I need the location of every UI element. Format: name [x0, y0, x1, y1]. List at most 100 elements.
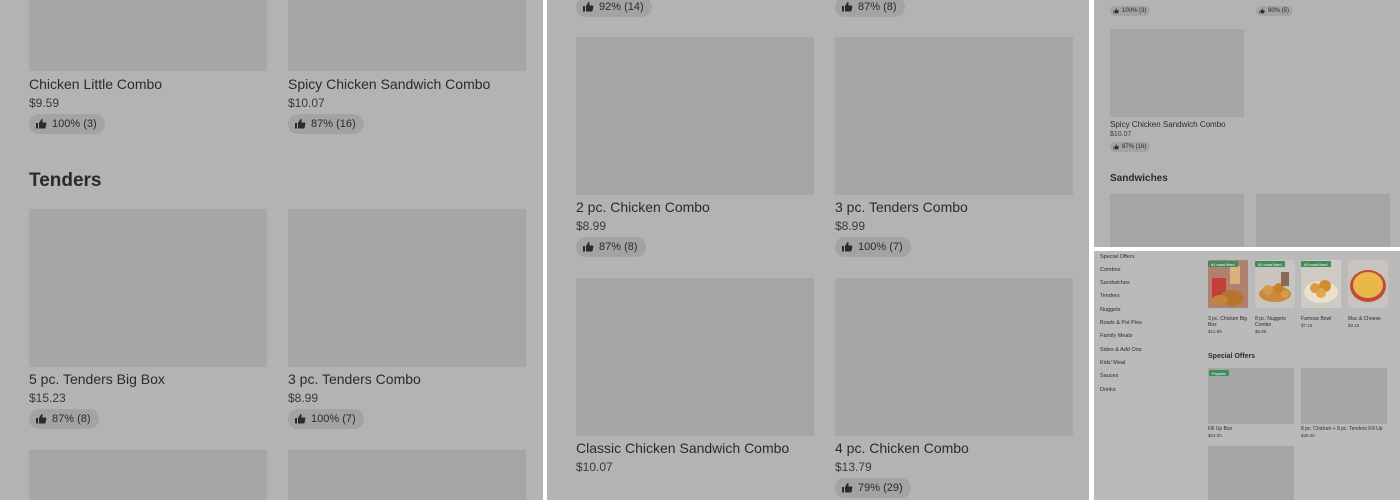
mac-cheese-image: [1350, 270, 1386, 302]
item-price: $8.99: [576, 219, 607, 233]
item-name[interactable]: Classic Chicken Sandwich Combo: [576, 440, 789, 456]
item-image[interactable]: [1208, 260, 1248, 308]
item-image[interactable]: [288, 209, 526, 367]
rating-text: 87% (8): [52, 413, 91, 425]
nav-item-special-offers[interactable]: Special Offers: [1100, 254, 1134, 260]
item-name[interactable]: 4 pc. Chicken Combo: [835, 440, 969, 456]
rating-text: 92% (14): [599, 1, 644, 13]
item-image[interactable]: [1301, 260, 1341, 308]
item-image[interactable]: [1301, 368, 1387, 424]
item-price: $8.99: [1255, 329, 1267, 334]
nav-item-nuggets[interactable]: Nuggets: [1100, 307, 1121, 313]
nav-item-tenders[interactable]: Tenders: [1100, 293, 1120, 299]
item-name[interactable]: 3 pc. Chicken Big Box: [1208, 316, 1248, 328]
item-name[interactable]: 3 pc. Tenders Combo: [835, 199, 968, 215]
thumbs-up-icon: [294, 413, 306, 425]
item-image[interactable]: [835, 278, 1073, 436]
rating-text: 100% (7): [311, 413, 356, 425]
section-title-tenders: Tenders: [29, 170, 102, 191]
rating-text: 87% (8): [858, 1, 897, 13]
item-image[interactable]: [29, 450, 267, 500]
rating-badge: 87% (8): [835, 0, 905, 17]
item-image[interactable]: [1348, 260, 1388, 308]
most-liked-badge: #3 most liked: [1301, 261, 1331, 267]
rating-badge: 100% (7): [288, 409, 364, 429]
item-image[interactable]: [835, 37, 1073, 195]
rating-text: 79% (29): [858, 482, 903, 494]
nav-item-sides-add-ons[interactable]: Sides & Add Ons: [1100, 347, 1142, 353]
item-image[interactable]: [1110, 29, 1244, 117]
item-price: $15.23: [29, 391, 66, 405]
menu-panel-combos: 92% (14) 87% (8) 2 pc. Chicken Combo $8.…: [547, 0, 1089, 500]
menu-overview-panel: Special Offers Combos Sandwiches Tenders…: [1094, 251, 1400, 500]
rating-badge: 100% (3): [29, 114, 105, 134]
nuggets-image: [1259, 272, 1291, 302]
rating-badge: 100% (3): [1110, 6, 1151, 16]
item-name[interactable]: Famous Bowl: [1301, 316, 1331, 322]
rating-text: 80% (5): [1268, 8, 1290, 14]
item-name[interactable]: Spicy Chicken Sandwich Combo: [1110, 120, 1226, 129]
thumbs-up-icon: [294, 118, 306, 130]
item-price: $10.07: [1110, 131, 1132, 138]
most-liked-badge: #1 most liked: [1208, 261, 1238, 267]
item-image[interactable]: [576, 278, 814, 436]
nav-item-drinks[interactable]: Drinks: [1100, 387, 1116, 393]
famous-bowl-image: [1304, 280, 1338, 303]
thumbs-up-icon: [841, 1, 853, 13]
thumbs-up-icon: [1113, 8, 1119, 14]
rating-text: 100% (3): [1122, 8, 1147, 14]
item-price: $10.07: [288, 96, 325, 110]
item-image[interactable]: [288, 0, 526, 71]
nav-item-family-meals[interactable]: Family Meals: [1100, 333, 1132, 339]
item-name[interactable]: Spicy Chicken Sandwich Combo: [288, 76, 490, 92]
nav-item-sandwiches[interactable]: Sandwiches: [1100, 280, 1130, 286]
item-image[interactable]: [576, 37, 814, 195]
item-price: $13.79: [835, 460, 872, 474]
item-name[interactable]: 8 pc. Chicken + 8 pc. Tenders Fill Up: [1301, 426, 1382, 432]
thumbs-up-icon: [582, 1, 594, 13]
item-name[interactable]: 3 pc. Tenders Combo: [288, 371, 421, 387]
item-image[interactable]: [29, 0, 267, 71]
item-price: $8.99: [835, 219, 866, 233]
rating-text: 100% (7): [858, 241, 903, 253]
item-name[interactable]: Mac & Cheese: [1348, 316, 1381, 322]
thumbs-up-icon: [582, 241, 594, 253]
item-price: $8.99: [288, 391, 319, 405]
rating-badge: 79% (29): [835, 478, 911, 498]
item-image[interactable]: [1256, 194, 1390, 247]
rating-badge: 87% (16): [288, 114, 364, 134]
item-name[interactable]: Chicken Little Combo: [29, 76, 162, 92]
menu-panel-sandwiches: 100% (3) 80% (5) Spicy Chicken Sandwich …: [1094, 0, 1400, 247]
item-name[interactable]: 2 pc. Chicken Combo: [576, 199, 710, 215]
rating-text: 87% (16): [311, 118, 356, 130]
item-price: $38.00: [1301, 433, 1315, 438]
rating-badge: 100% (7): [835, 237, 911, 257]
nav-item-sauces[interactable]: Sauces: [1100, 373, 1118, 379]
item-image[interactable]: [1255, 260, 1295, 308]
section-title-sandwiches: Sandwiches: [1110, 173, 1168, 184]
item-price: $10.07: [576, 460, 613, 474]
thumbs-up-icon: [1259, 8, 1265, 14]
most-liked-badge: #2 most liked: [1255, 261, 1285, 267]
item-price: $9.59: [29, 96, 60, 110]
thumbs-up-icon: [1113, 144, 1119, 150]
item-name[interactable]: 8 pc. Nuggets Combo: [1255, 316, 1297, 328]
rating-badge: 87% (16): [1110, 142, 1151, 152]
item-image[interactable]: [288, 450, 526, 500]
item-price: $7.19: [1301, 323, 1313, 328]
item-name[interactable]: 5 pc. Tenders Big Box: [29, 371, 165, 387]
item-name[interactable]: Fill Up Box: [1208, 426, 1232, 432]
item-image[interactable]: [1208, 446, 1294, 500]
item-image[interactable]: [1110, 194, 1244, 247]
section-title-special-offers: Special Offers: [1208, 353, 1256, 360]
nav-item-bowls-pot-pies[interactable]: Bowls & Pot Pies: [1100, 320, 1142, 326]
nav-item-combos[interactable]: Combos: [1100, 267, 1120, 273]
rating-badge: 87% (8): [29, 409, 99, 429]
item-price: $24.00: [1208, 433, 1222, 438]
menu-panel-tenders: Chicken Little Combo $9.59 100% (3) Spic…: [0, 0, 543, 500]
item-image[interactable]: [29, 209, 267, 367]
thumbs-up-icon: [35, 413, 47, 425]
item-image[interactable]: [1208, 368, 1294, 424]
rating-badge: 80% (5): [1256, 6, 1294, 16]
nav-item-kids-meal[interactable]: Kids' Meal: [1100, 360, 1125, 366]
